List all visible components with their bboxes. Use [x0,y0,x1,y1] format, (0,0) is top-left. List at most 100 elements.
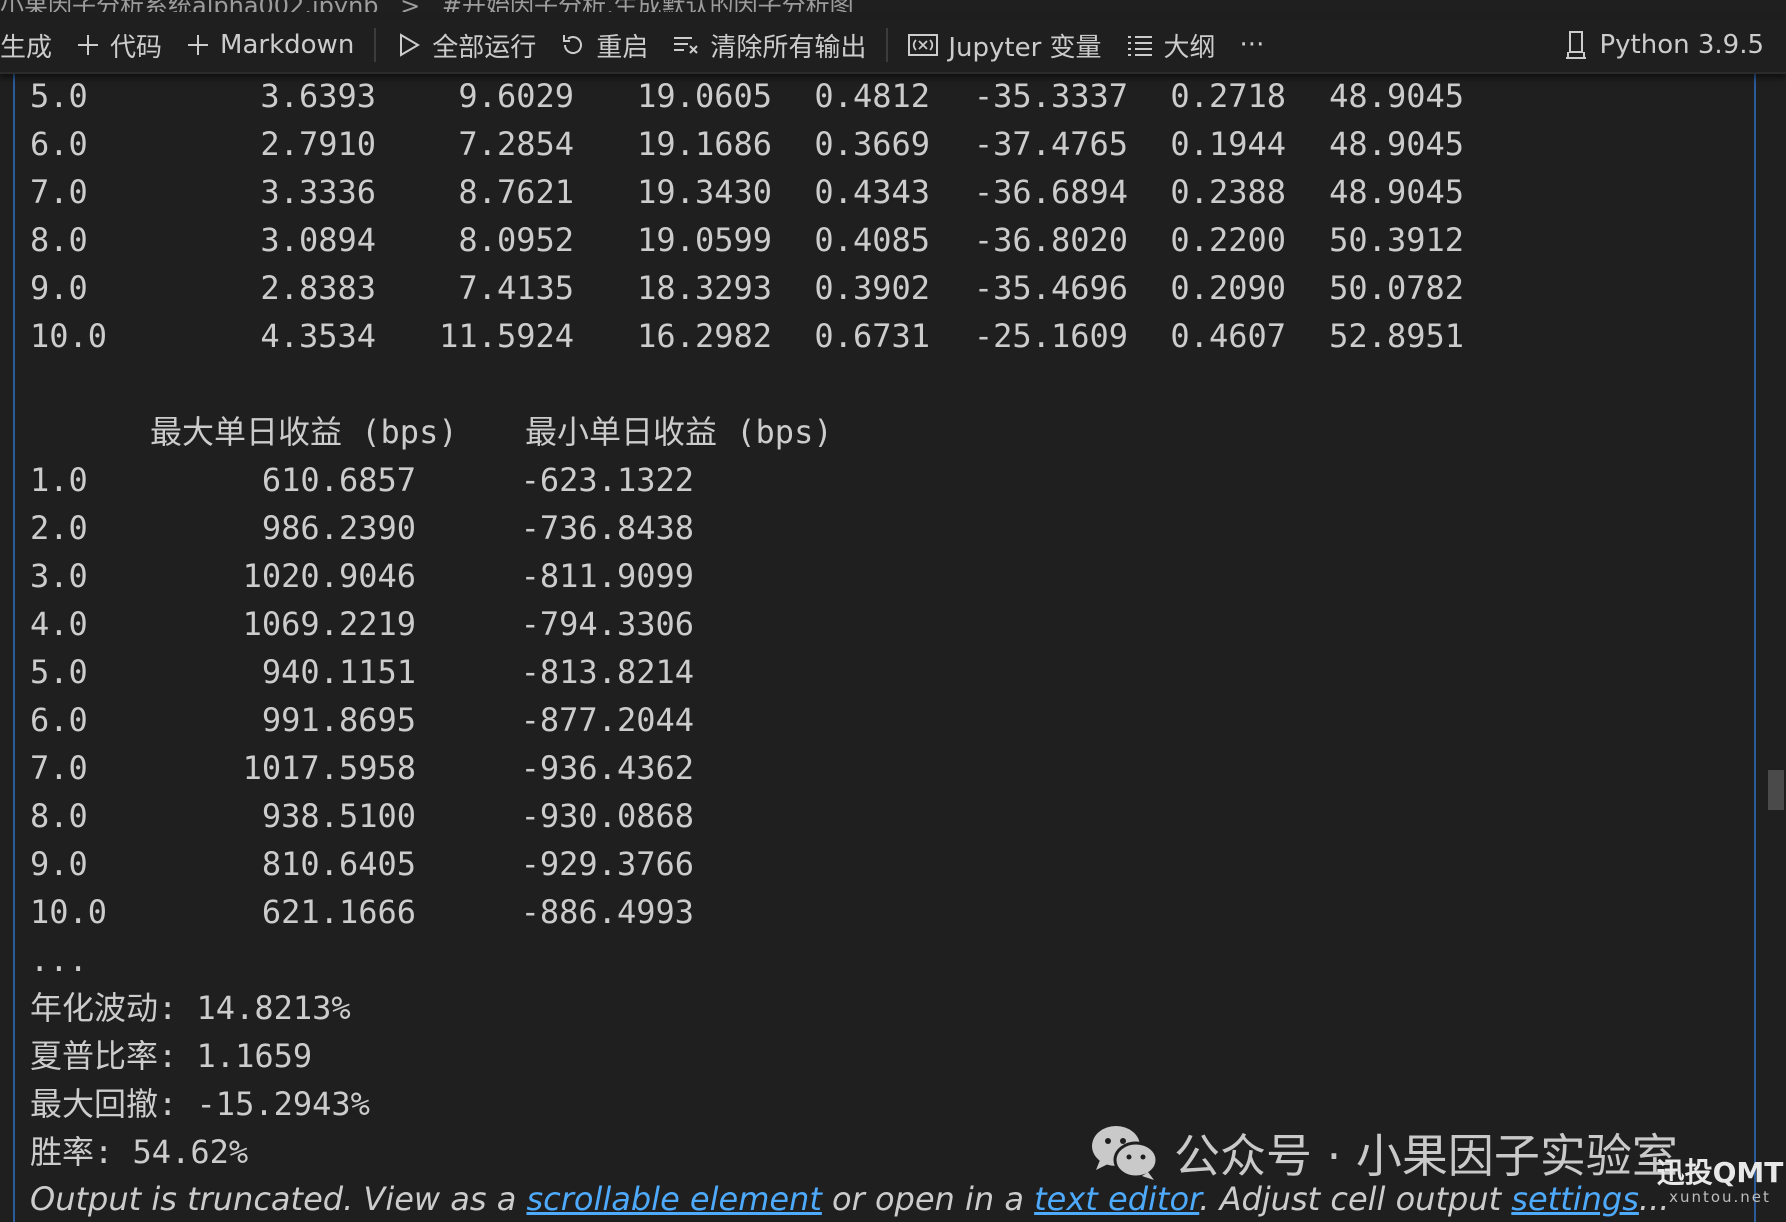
table-cell: 48.9045 [1329,77,1464,115]
table-row: 8.0 3.0894 8.0952 19.0599 0.4085 -36.8020 0.22… [30,216,1730,264]
plus-icon [78,35,99,55]
brand-name: 迅投QMT [1656,1156,1784,1189]
row-index: 8.0 [30,221,88,259]
table-row: 2.0 986.2390 -736.8438 [30,504,1730,552]
table-cell: 4.3534 [260,317,376,355]
table-cell: -877.2044 [520,701,694,739]
row-index: 7.0 [30,749,88,787]
add-markdown-label: Markdown [220,30,355,60]
table-row: 1.0 610.6857 -623.1322 [30,456,1730,504]
breadcrumb-cell[interactable]: #开始因子分析,生成默认的因子分析图 [442,0,854,12]
restart-icon [563,35,583,54]
add-code-cell-button[interactable]: 代码 [64,18,174,72]
annual-volatility: 年化波动: 14.8213% [30,989,351,1027]
clear-outputs-label: 清除所有输出 [710,32,867,63]
row-index: 7.0 [30,173,88,211]
table-cell: -25.1609 [973,317,1128,355]
outline-button[interactable]: 大纲 [1114,18,1228,72]
table1: 5.0 3.6393 9.6029 19.0605 0.4812 -35.3337 0.27… [30,72,1730,360]
jupyter-variables-button[interactable]: Jupyter 变量 [896,18,1113,72]
table-cell: -35.3337 [973,77,1128,115]
table-row: 5.0 3.6393 9.6029 19.0605 0.4812 -35.3337 0.27… [30,72,1730,120]
add-markdown-cell-button[interactable]: Markdown [174,18,366,72]
kernel-icon [1566,31,1587,59]
cell-focus-border-left [13,72,15,1222]
table-cell: 50.3912 [1329,221,1464,259]
table-row: 6.0 991.8695 -877.2044 [30,696,1730,744]
clear-all-icon [674,37,699,54]
output-ellipsis: ... [30,941,88,979]
table-cell: 19.1686 [637,125,772,163]
table-cell: -794.3306 [520,605,694,643]
table-cell: 52.8951 [1329,317,1464,355]
xuntou-logo: 迅投QMT xuntou.net [1655,1156,1785,1207]
row-index: 5.0 [30,77,88,115]
breadcrumb-separator: > [400,0,420,12]
wechat-watermark: 公众号 · 小果因子实验室 [1090,1120,1678,1186]
toolbar-divider [374,28,377,62]
row-index: 10.0 [30,317,108,355]
table-cell: 1017.5958 [242,749,416,787]
table-cell: -929.3766 [520,845,694,883]
scrollbar-thumb[interactable] [1768,770,1784,810]
table-cell: 0.4343 [814,173,930,211]
table-cell: 991.8695 [261,701,416,739]
table-row: 8.0 938.5100 -930.0868 [30,792,1730,840]
play-icon [400,33,421,57]
run-all-label: 全部运行 [432,32,537,63]
toolbar-divider [886,28,889,62]
table-row: 10.0 621.1666 -886.4993 [30,888,1730,936]
add-code-label: 代码 [110,32,163,63]
row-index: 6.0 [30,701,88,739]
more-actions-button[interactable]: ··· [1228,18,1277,72]
row-index: 4.0 [30,605,88,643]
wechat-icon [1092,1126,1159,1180]
table-cell: -936.4362 [520,749,694,787]
table-cell: -930.0868 [520,797,694,835]
table-cell: 810.6405 [261,845,416,883]
restart-button[interactable]: 重启 [548,18,660,72]
more-actions-label: ··· [1239,30,1265,60]
truncated-text: or open in a [821,1180,1035,1218]
outline-list-icon [1127,36,1152,56]
table-cell: 3.3336 [260,173,376,211]
table-cell: 0.4607 [1170,317,1286,355]
clear-outputs-button[interactable]: 清除所有输出 [660,18,878,72]
row-index: 8.0 [30,797,88,835]
table-cell: 48.9045 [1329,173,1464,211]
table-cell: 0.2718 [1170,77,1286,115]
table-cell: 9.6029 [458,77,574,115]
row-index: 2.0 [30,509,88,547]
brand-url: xuntou.net [1669,1188,1771,1206]
table-cell: 610.6857 [261,461,416,499]
row-index: 3.0 [30,557,88,595]
cell-output: 5.0 3.6393 9.6029 19.0605 0.4812 -35.3337 0.27… [30,72,1730,1176]
table-cell: 1020.9046 [242,557,416,595]
table-cell: -811.9099 [520,557,694,595]
watermark-text: 公众号 · 小果因子实验室 [1174,1129,1678,1183]
table-cell: 3.6393 [260,77,376,115]
kernel-label: Python 3.9.5 [1599,30,1764,60]
variables-icon [908,34,939,56]
table-cell: 3.0894 [260,221,376,259]
table-header-row: 最大单日收益 (bps) 最小单日收益 (bps) [30,408,1730,456]
breadcrumb-file[interactable]: 小果因子分析系统alpha002.ipynb [0,0,379,12]
row-index: 1.0 [30,461,88,499]
table-cell: 0.4812 [814,77,930,115]
column-header: 最大单日收益 (bps) [150,413,458,451]
kernel-picker[interactable]: Python 3.9.5 [1551,18,1786,72]
table-row: 7.0 3.3336 8.7621 19.3430 0.4343 -36.6894 0.23… [30,168,1730,216]
row-index: 10.0 [30,893,108,931]
table-cell: 16.2982 [637,317,772,355]
row-index: 6.0 [30,125,88,163]
plus-icon [188,35,209,55]
table-cell: 2.7910 [260,125,376,163]
scrollable-element-link[interactable]: scrollable element [526,1180,821,1218]
table-cell: -36.8020 [973,221,1128,259]
run-all-button[interactable]: 全部运行 [384,18,548,72]
generate-button[interactable]: 生成 [0,18,64,72]
table-cell: 50.0782 [1329,269,1464,307]
column-header: 最小单日收益 (bps) [525,413,833,451]
table-cell: 0.2200 [1170,221,1286,259]
